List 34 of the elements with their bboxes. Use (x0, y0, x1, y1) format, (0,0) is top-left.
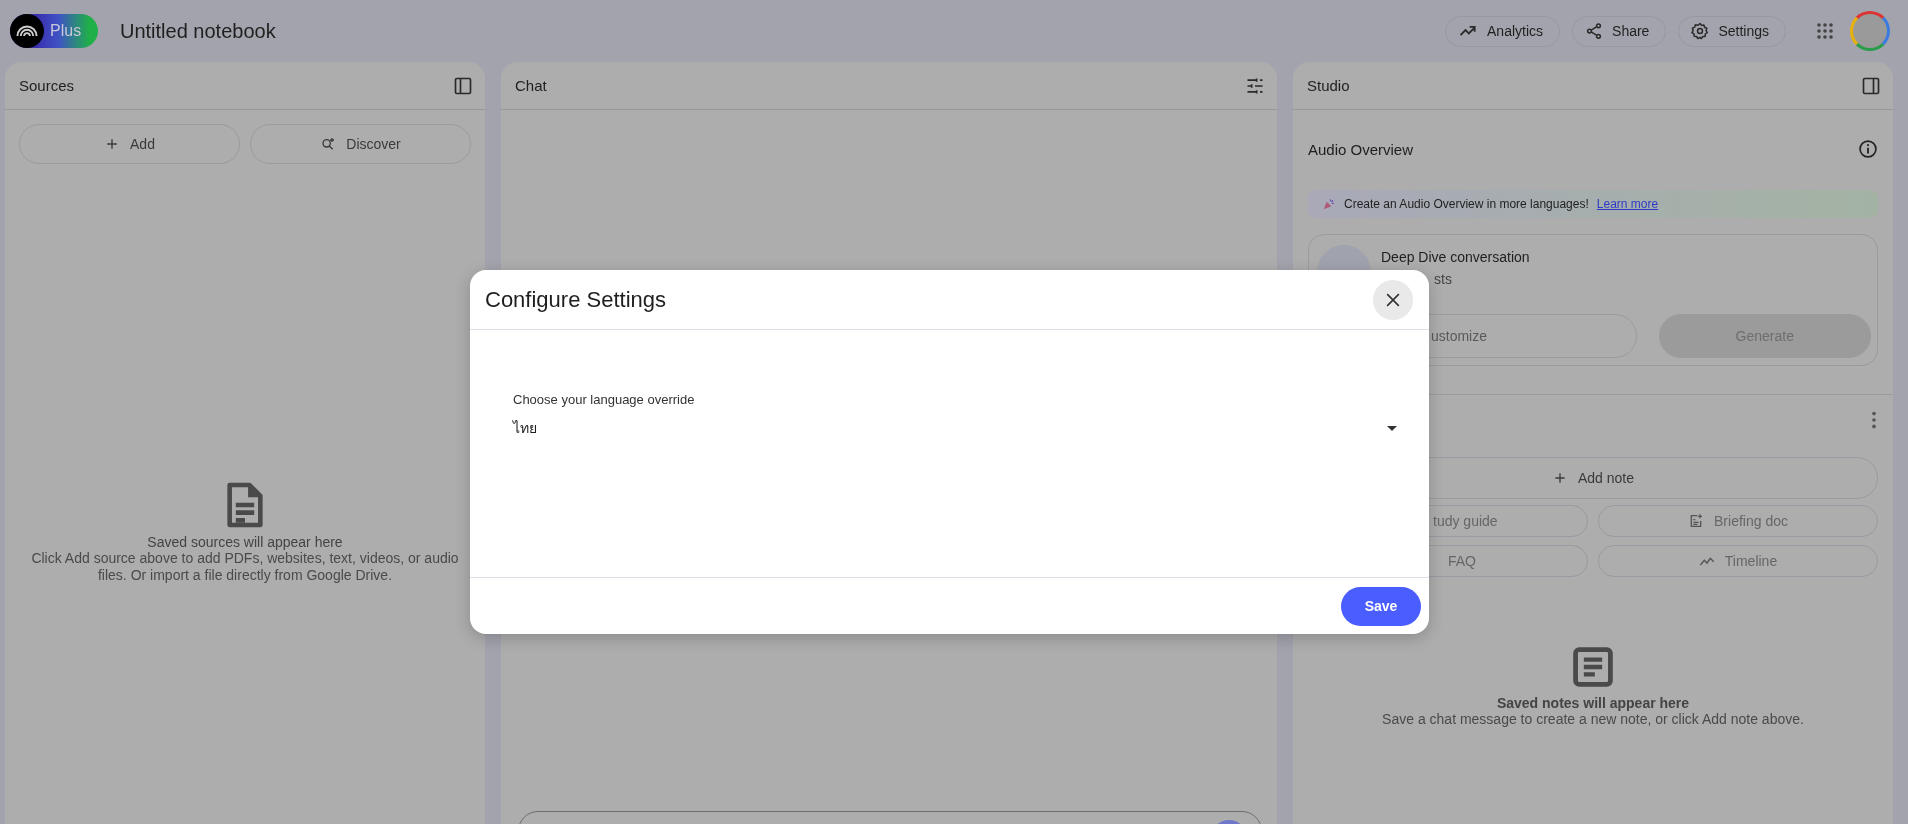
caret-icon (1387, 425, 1397, 431)
settings-icon (1691, 22, 1710, 40)
language-dropdown[interactable]: ไทย (513, 416, 1397, 440)
more-vert-icon[interactable] (1870, 409, 1878, 431)
panel-toggle-icon[interactable] (1861, 75, 1881, 96)
empty-state-title: Saved sources will appear here (147, 534, 343, 550)
banner-text: Create an Audio Overview in more languages! (1344, 197, 1589, 211)
panel-toggle-icon[interactable] (453, 75, 473, 96)
logo-icon (16, 25, 38, 37)
notebook-title[interactable]: Untitled notebook (120, 19, 276, 43)
field-label: Choose your language override (513, 392, 696, 407)
panel-title: Sources (19, 77, 75, 94)
card-subtitle: sts (1434, 271, 1453, 287)
learn-more-link[interactable]: Learn more (1596, 197, 1659, 211)
notes-icon (1571, 645, 1615, 689)
close-button[interactable] (1373, 279, 1413, 320)
info-icon[interactable] (1858, 139, 1878, 159)
logo[interactable]: Plus (10, 14, 98, 48)
empty-state-title: Saved notes will appear here (1496, 695, 1690, 711)
document-icon (226, 482, 264, 528)
plan-label: Plus (50, 22, 82, 40)
search-sparkle-icon (320, 136, 337, 152)
section-title: Audio Overview (1308, 140, 1414, 158)
empty-state-text: Save a chat message to create a new note, or click Add note above. (1382, 711, 1804, 728)
panel-title: Studio (1307, 77, 1350, 94)
document-sparkle-icon (1688, 513, 1705, 529)
empty-state-text: Click Add source above to add PDFs, websites, text, videos, or audio files. Or import a file directly from Google Drive. (30, 550, 460, 584)
panel-title: Chat (515, 77, 547, 94)
party-popper-icon (1322, 197, 1336, 211)
save-button[interactable]: Save (1341, 586, 1421, 626)
share-icon (1585, 22, 1604, 40)
card-title: Deep Dive conversation (1381, 249, 1530, 265)
dialog-title: Configure Settings (485, 286, 666, 313)
apps-grid-icon[interactable] (1816, 22, 1834, 40)
